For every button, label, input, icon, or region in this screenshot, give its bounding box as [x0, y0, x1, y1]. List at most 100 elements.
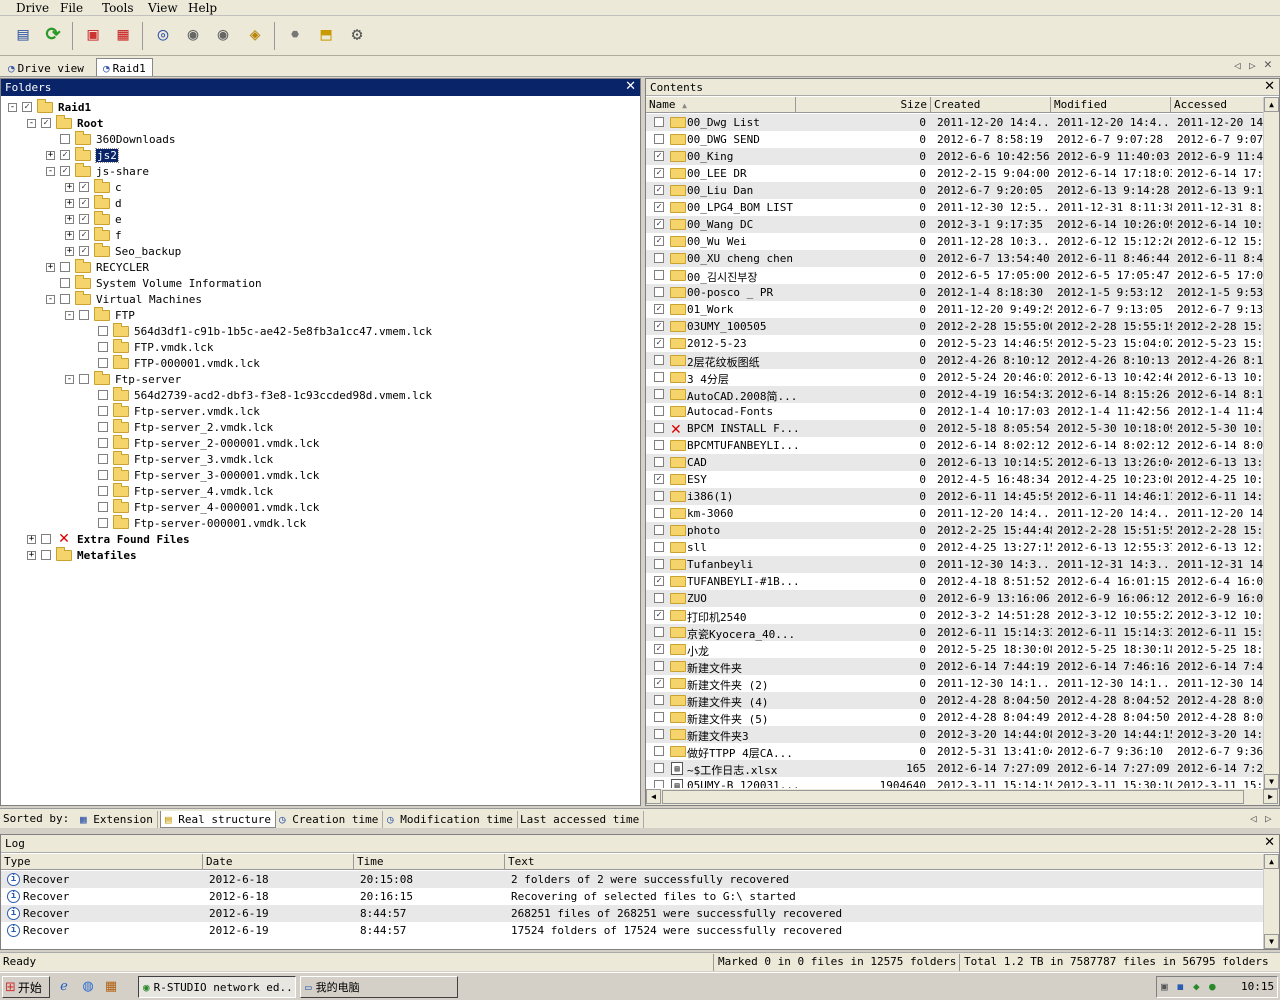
tree-node[interactable]: +d [65, 194, 122, 211]
row-checkbox[interactable] [654, 661, 664, 671]
row-checkbox[interactable] [654, 695, 664, 705]
tree-checkbox[interactable] [79, 374, 89, 384]
row-checkbox[interactable] [654, 678, 664, 688]
row-checkbox[interactable] [654, 576, 664, 586]
tree-checkbox[interactable] [22, 102, 32, 112]
scroll-left-icon[interactable]: ◀ [646, 789, 661, 804]
row-checkbox[interactable] [654, 134, 664, 144]
shield-icon[interactable]: ● [1209, 980, 1216, 993]
refresh-icon[interactable]: ⟳ [40, 22, 66, 48]
tree-checkbox[interactable] [60, 278, 70, 288]
row-checkbox[interactable] [654, 117, 664, 127]
row-checkbox[interactable] [654, 185, 664, 195]
row-checkbox[interactable] [654, 508, 664, 518]
collapse-icon[interactable]: - [8, 102, 17, 112]
tree-checkbox[interactable] [98, 406, 108, 416]
tree-node-label[interactable]: Ftp-server [115, 373, 181, 386]
tree-node[interactable]: + js2 [46, 146, 119, 163]
table-row[interactable]: BPCMTUFANBEYLI... 0 2012-6-14 8:02:12 2012-… [646, 437, 1266, 454]
row-checkbox[interactable] [654, 389, 664, 399]
ie-icon[interactable]: ℯ [56, 979, 72, 995]
tree-checkbox[interactable] [98, 438, 108, 448]
tree-checkbox[interactable] [98, 518, 108, 528]
tree-node-label[interactable]: Extra Found Files [77, 533, 190, 546]
preview-icon[interactable]: ⚙ [344, 22, 370, 48]
tree-node-label[interactable]: d [115, 197, 122, 210]
tree-checkbox[interactable] [79, 182, 89, 192]
create-region-icon[interactable]: ▣ [80, 22, 106, 48]
show-desktop-icon[interactable]: ▦ [103, 979, 119, 995]
expand-icon[interactable]: + [46, 150, 55, 160]
tree-node-label[interactable]: Metafiles [77, 549, 137, 562]
table-row[interactable]: 00_김시진부장 0 2012-6-5 17:05:00 2012-6-5 17:05… [646, 267, 1266, 284]
tree-node-label[interactable]: Seo_backup [115, 245, 181, 258]
tab-close-icon[interactable]: ✕ [1264, 57, 1272, 72]
tree-checkbox[interactable] [41, 534, 51, 544]
tree-node[interactable]: + ✕ Extra Found Files [27, 531, 190, 547]
row-checkbox[interactable] [654, 236, 664, 246]
tab-raid1[interactable]: ◔ Raid1 [96, 58, 153, 76]
table-row[interactable]: 新建文件夹 (5) 0 2012-4-28 8:04:49 2012-4-28 8:0… [646, 709, 1266, 726]
row-checkbox[interactable] [654, 304, 664, 314]
tree-node-label[interactable]: Ftp-server_3.vmdk.lck [134, 453, 273, 466]
tree-node-label[interactable]: Ftp-server.vmdk.lck [134, 405, 260, 418]
tree-node-label[interactable]: FTP-000001.vmdk.lck [134, 357, 260, 370]
table-row[interactable]: 新建文件夹 (2) 0 2011-12-30 14:1... 2011-12-30 1… [646, 675, 1266, 692]
table-row[interactable]: AutoCAD.2008简... 0 2012-4-19 16:54:32 2012-… [646, 386, 1266, 403]
tree-node[interactable]: 564d3df1-c91b-1b5c-ae42-5e8fb3a1cc47.vme… [84, 322, 432, 339]
tree-node-label[interactable]: Virtual Machines [96, 293, 202, 306]
sort-next-icon[interactable]: ▷ [1265, 812, 1272, 825]
table-row[interactable]: ✕ BPCM INSTALL F... 0 2012-5-18 8:05:54 2012… [646, 420, 1266, 438]
table-row[interactable]: 3 4分层 0 2012-5-24 20:46:03 2012-6-13 10:42:… [646, 369, 1266, 386]
log-col-type[interactable]: Type [1, 854, 203, 870]
row-checkbox[interactable] [654, 780, 664, 788]
table-row[interactable]: 小龙 0 2012-5-25 18:30:08 2012-5-25 18:30:18 2… [646, 641, 1266, 658]
tree-node-label[interactable]: Ftp-server_2-000001.vmdk.lck [134, 437, 319, 450]
tree-node-label[interactable]: 564d2739-acd2-dbf3-f3e8-1c93ccded98d.vme… [134, 389, 432, 402]
expand-icon[interactable]: + [65, 198, 74, 208]
expand-icon[interactable]: + [46, 262, 55, 272]
row-checkbox[interactable] [654, 168, 664, 178]
row-checkbox[interactable] [654, 610, 664, 620]
tree-node-label[interactable]: js2 [95, 147, 119, 163]
collapse-icon[interactable]: - [65, 374, 74, 384]
row-checkbox[interactable] [654, 338, 664, 348]
table-row[interactable]: 00_DWG SEND 0 2012-6-7 8:58:19 2012-6-7 9:0… [646, 131, 1266, 148]
row-checkbox[interactable] [654, 219, 664, 229]
col-name[interactable]: Name ▲ [646, 97, 796, 113]
tree-node-label[interactable]: e [115, 213, 122, 226]
table-row[interactable]: 00_LPG4_BOM LIST 0 2011-12-30 12:5... 2011-… [646, 199, 1266, 216]
find-icon[interactable]: ◉ [180, 22, 206, 48]
tab-prev-icon[interactable]: ◁ [1234, 59, 1241, 72]
table-row[interactable]: 00-posco _ PR 0 2012-1-4 8:18:30 2012-1-5 9… [646, 284, 1266, 301]
scroll-down-icon[interactable]: ▼ [1264, 774, 1279, 789]
table-row[interactable]: 00_XU cheng chen 0 2012-6-7 13:54:40 2012-6… [646, 250, 1266, 267]
tree-node[interactable]: System Volume Information [46, 274, 262, 291]
scroll-up-icon[interactable]: ▲ [1264, 97, 1279, 112]
col-accessed[interactable]: Accessed [1171, 97, 1266, 113]
tree-node[interactable]: Ftp-server_3.vmdk.lck [84, 450, 273, 467]
tree-checkbox[interactable] [79, 214, 89, 224]
tree-checkbox[interactable] [98, 390, 108, 400]
log-row[interactable]: i Recover 2012-6-19 8:44:57 17524 folders of… [1, 922, 1263, 939]
tree-node[interactable]: - Virtual Machines [46, 290, 202, 307]
tree-node[interactable]: - Ftp-server [65, 370, 181, 387]
row-checkbox[interactable] [654, 627, 664, 637]
tree-node[interactable]: FTP-000001.vmdk.lck [84, 354, 260, 371]
tree-node[interactable]: + Metafiles [27, 546, 137, 563]
log-col-date[interactable]: Date [203, 854, 354, 870]
tree-checkbox[interactable] [98, 422, 108, 432]
log-scroll-up-icon[interactable]: ▲ [1264, 854, 1279, 869]
row-checkbox[interactable] [654, 440, 664, 450]
tree-checkbox[interactable] [79, 230, 89, 240]
tree-node[interactable]: + RECYCLER [46, 258, 149, 275]
table-row[interactable]: ESY 0 2012-4-5 16:48:34 2012-4-25 10:23:08 2… [646, 471, 1266, 488]
table-row[interactable]: 00_King 0 2012-6-6 10:42:56 2012-6-9 11:40:… [646, 148, 1266, 165]
tree-node[interactable]: Ftp-server_3-000001.vmdk.lck [84, 466, 319, 483]
sort-real-structure-tab[interactable]: ▤ Real structure [160, 811, 276, 828]
collapse-icon[interactable]: - [27, 118, 36, 128]
table-row[interactable]: 做好TTPP 4层CA... 0 2012-5-31 13:41:04 2012-6-… [646, 743, 1266, 760]
row-checkbox[interactable] [654, 270, 664, 280]
table-row[interactable]: 新建文件夹 0 2012-6-14 7:44:19 2012-6-14 7:46:16… [646, 658, 1266, 675]
row-checkbox[interactable] [654, 593, 664, 603]
